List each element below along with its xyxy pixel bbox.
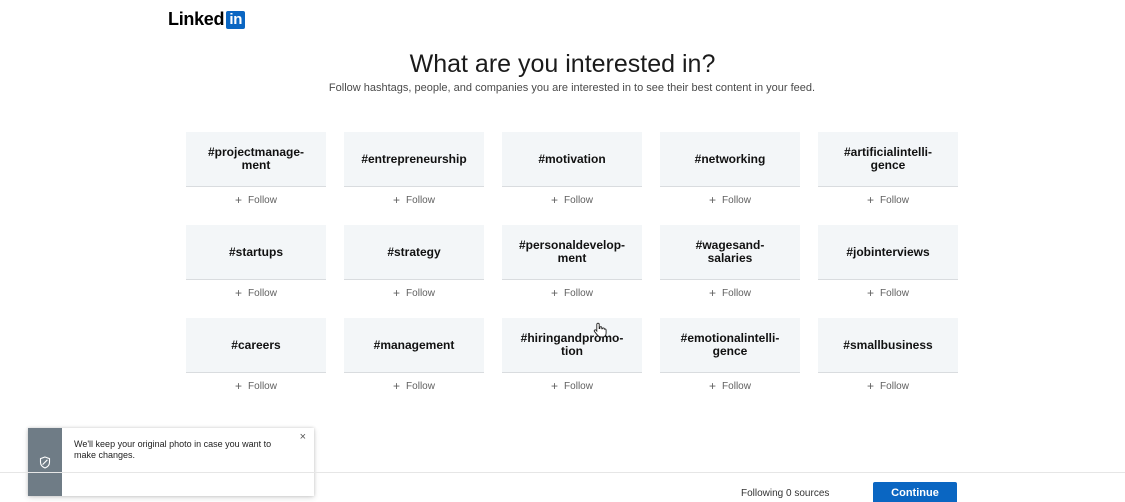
hashtag-card: #startups + Follow bbox=[186, 225, 326, 307]
plus-icon: + bbox=[867, 379, 875, 393]
hashtag-card: #jobinterviews + Follow bbox=[818, 225, 958, 307]
hashtag-card: #wagesand- salaries + Follow bbox=[660, 225, 800, 307]
follow-label: Follow bbox=[406, 194, 435, 206]
hashtag-card: #personaldevelop- ment + Follow bbox=[502, 225, 642, 307]
hashtag-card: #strategy + Follow bbox=[344, 225, 484, 307]
follow-label: Follow bbox=[880, 194, 909, 206]
hashtag-label[interactable]: #hiringandpromo- tion bbox=[502, 318, 642, 373]
linkedin-logo[interactable]: Linked in bbox=[168, 9, 246, 30]
hashtag-label[interactable]: #management bbox=[344, 318, 484, 373]
follow-button[interactable]: + Follow bbox=[344, 280, 484, 306]
hashtag-card: #careers + Follow bbox=[186, 318, 326, 400]
follow-label: Follow bbox=[564, 194, 593, 206]
toast-message: We'll keep your original photo in case y… bbox=[74, 439, 272, 460]
follow-label: Follow bbox=[248, 194, 277, 206]
hashtag-grid: #projectmanage- ment + Follow #entrepreneur… bbox=[186, 132, 958, 400]
follow-button[interactable]: + Follow bbox=[818, 187, 958, 213]
follow-label: Follow bbox=[248, 287, 277, 299]
hashtag-label[interactable]: #projectmanage- ment bbox=[186, 132, 326, 187]
plus-icon: + bbox=[709, 193, 717, 207]
follow-button[interactable]: + Follow bbox=[660, 280, 800, 306]
hashtag-card: #motivation + Follow bbox=[502, 132, 642, 214]
follow-label: Follow bbox=[564, 380, 593, 392]
plus-icon: + bbox=[235, 379, 243, 393]
hashtag-card: #networking + Follow bbox=[660, 132, 800, 214]
hashtag-label[interactable]: #startups bbox=[186, 225, 326, 280]
follow-button[interactable]: + Follow bbox=[502, 373, 642, 399]
plus-icon: + bbox=[393, 286, 401, 300]
logo-text: Linked bbox=[168, 9, 225, 29]
photo-toast: We'll keep your original photo in case y… bbox=[28, 428, 314, 496]
hashtag-label[interactable]: #strategy bbox=[344, 225, 484, 280]
follow-label: Follow bbox=[406, 287, 435, 299]
page: Linked in What are you interested in? Fo… bbox=[0, 0, 1125, 502]
follow-label: Follow bbox=[564, 287, 593, 299]
page-subtitle: Follow hashtags, people, and companies y… bbox=[328, 82, 816, 94]
hashtag-label[interactable]: #motivation bbox=[502, 132, 642, 187]
plus-icon: + bbox=[235, 286, 243, 300]
hashtag-card: #artificialintelli- gence + Follow bbox=[818, 132, 958, 214]
close-icon[interactable]: × bbox=[300, 432, 306, 443]
continue-button[interactable]: Continue bbox=[873, 482, 957, 502]
follow-button[interactable]: + Follow bbox=[186, 280, 326, 306]
footer-divider bbox=[0, 472, 1125, 473]
hashtag-label[interactable]: #artificialintelli- gence bbox=[818, 132, 958, 187]
following-count: Following 0 sources bbox=[741, 488, 830, 499]
page-title: What are you interested in? bbox=[409, 50, 716, 78]
follow-label: Follow bbox=[880, 287, 909, 299]
hashtag-label[interactable]: #smallbusiness bbox=[818, 318, 958, 373]
hashtag-card: #hiringandpromo- tion + Follow bbox=[502, 318, 642, 400]
plus-icon: + bbox=[867, 193, 875, 207]
follow-button[interactable]: + Follow bbox=[186, 187, 326, 213]
follow-button[interactable]: + Follow bbox=[660, 373, 800, 399]
follow-button[interactable]: + Follow bbox=[502, 280, 642, 306]
plus-icon: + bbox=[709, 379, 717, 393]
hashtag-label[interactable]: #careers bbox=[186, 318, 326, 373]
follow-label: Follow bbox=[248, 380, 277, 392]
plus-icon: + bbox=[393, 379, 401, 393]
hashtag-card: #management + Follow bbox=[344, 318, 484, 400]
follow-label: Follow bbox=[722, 287, 751, 299]
toast-stripe bbox=[28, 428, 62, 496]
plus-icon: + bbox=[709, 286, 717, 300]
plus-icon: + bbox=[551, 286, 559, 300]
plus-icon: + bbox=[235, 193, 243, 207]
follow-label: Follow bbox=[880, 380, 909, 392]
follow-button[interactable]: + Follow bbox=[818, 373, 958, 399]
hashtag-label[interactable]: #personaldevelop- ment bbox=[502, 225, 642, 280]
hashtag-label[interactable]: #jobinterviews bbox=[818, 225, 958, 280]
hashtag-card: #projectmanage- ment + Follow bbox=[186, 132, 326, 214]
shield-icon bbox=[39, 455, 51, 469]
follow-button[interactable]: + Follow bbox=[344, 187, 484, 213]
follow-label: Follow bbox=[722, 380, 751, 392]
follow-label: Follow bbox=[406, 380, 435, 392]
hashtag-label[interactable]: #wagesand- salaries bbox=[660, 225, 800, 280]
follow-button[interactable]: + Follow bbox=[344, 373, 484, 399]
hashtag-card: #emotionalintelli- gence + Follow bbox=[660, 318, 800, 400]
hashtag-card: #entrepreneurship + Follow bbox=[344, 132, 484, 214]
hand-pointer-icon bbox=[593, 322, 607, 338]
logo-badge: in bbox=[226, 10, 246, 29]
follow-button[interactable]: + Follow bbox=[186, 373, 326, 399]
follow-label: Follow bbox=[722, 194, 751, 206]
follow-button[interactable]: + Follow bbox=[818, 280, 958, 306]
plus-icon: + bbox=[551, 193, 559, 207]
hashtag-label[interactable]: #entrepreneurship bbox=[344, 132, 484, 187]
follow-button[interactable]: + Follow bbox=[502, 187, 642, 213]
hashtag-card: #smallbusiness + Follow bbox=[818, 318, 958, 400]
plus-icon: + bbox=[867, 286, 875, 300]
hashtag-label[interactable]: #networking bbox=[660, 132, 800, 187]
plus-icon: + bbox=[551, 379, 559, 393]
plus-icon: + bbox=[393, 193, 401, 207]
follow-button[interactable]: + Follow bbox=[660, 187, 800, 213]
hashtag-label[interactable]: #emotionalintelli- gence bbox=[660, 318, 800, 373]
